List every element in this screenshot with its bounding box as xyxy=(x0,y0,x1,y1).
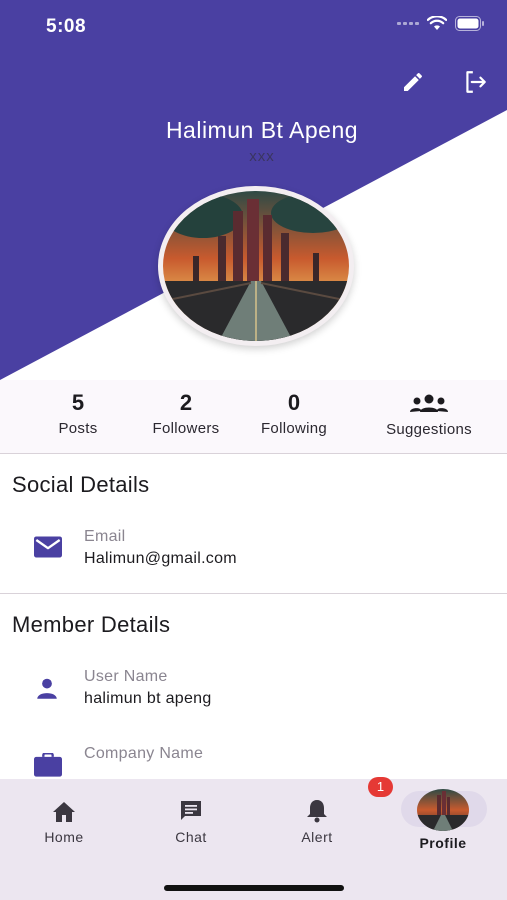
username-row[interactable]: User Name halimun bt apeng xyxy=(0,666,507,716)
home-indicator xyxy=(164,885,344,891)
status-time: 5:08 xyxy=(46,16,87,37)
stat-following[interactable]: 0 Following xyxy=(239,390,349,437)
nav-alert-label: Alert xyxy=(301,829,333,845)
alert-badge: 1 xyxy=(368,777,393,797)
email-row[interactable]: Email Halimun@gmail.com xyxy=(0,526,507,576)
stat-followers[interactable]: 2 Followers xyxy=(131,390,241,437)
nav-avatar-image xyxy=(417,789,469,831)
nav-chat[interactable]: Chat xyxy=(141,797,241,845)
nav-profile-avatar[interactable] xyxy=(417,789,469,831)
nav-profile-label: Profile xyxy=(419,835,467,851)
nav-alert[interactable]: Alert xyxy=(267,797,367,845)
nav-chat-label: Chat xyxy=(175,829,207,845)
section-divider xyxy=(0,593,507,594)
chat-icon xyxy=(181,801,201,820)
stat-suggestions[interactable]: Suggestions xyxy=(374,390,484,438)
avatar-image xyxy=(163,191,349,341)
following-count: 0 xyxy=(287,390,301,415)
username-label: User Name xyxy=(84,668,168,685)
person-icon xyxy=(37,678,57,699)
group-icon xyxy=(410,394,448,412)
username-value: halimun bt apeng xyxy=(84,690,212,707)
pencil-icon xyxy=(404,72,423,91)
edit-profile-button[interactable] xyxy=(397,66,429,98)
nav-home[interactable]: Home xyxy=(14,797,114,845)
suggestions-label: Suggestions xyxy=(386,421,472,438)
followers-count: 2 xyxy=(179,390,193,415)
profile-header: 5:08 Halimun Bt Apeng xxx xyxy=(0,0,507,380)
nav-profile[interactable]: Profile xyxy=(393,835,493,851)
mail-icon xyxy=(34,536,62,558)
posts-label: Posts xyxy=(58,420,98,437)
home-icon xyxy=(53,802,75,822)
nav-home-label: Home xyxy=(44,829,84,845)
signal-icon xyxy=(397,22,419,25)
wifi-icon xyxy=(427,16,447,30)
following-label: Following xyxy=(260,420,328,437)
company-row[interactable]: Company Name xyxy=(0,743,507,779)
followers-label: Followers xyxy=(152,420,220,437)
battery-icon xyxy=(455,16,484,31)
profile-stats: 5 Posts 2 Followers 0 Following Suggesti… xyxy=(0,380,507,454)
status-bar: 5:08 xyxy=(0,0,507,52)
profile-avatar[interactable] xyxy=(158,186,354,346)
social-details-title: Social Details xyxy=(12,472,150,497)
company-label: Company Name xyxy=(84,745,204,762)
profile-name: Halimun Bt Apeng xyxy=(165,117,359,143)
bottom-navigation: Home Chat Alert Profile xyxy=(0,779,507,900)
email-label: Email xyxy=(84,528,126,545)
profile-subtitle: xxx xyxy=(249,148,275,165)
member-details-title: Member Details xyxy=(12,612,171,637)
logout-icon xyxy=(466,71,486,93)
bell-icon xyxy=(307,800,327,823)
logout-button[interactable] xyxy=(459,66,491,98)
posts-count: 5 xyxy=(71,390,85,415)
stat-posts[interactable]: 5 Posts xyxy=(23,390,133,437)
status-icons xyxy=(397,16,485,31)
briefcase-icon xyxy=(34,753,62,777)
email-value: Halimun@gmail.com xyxy=(84,550,237,567)
